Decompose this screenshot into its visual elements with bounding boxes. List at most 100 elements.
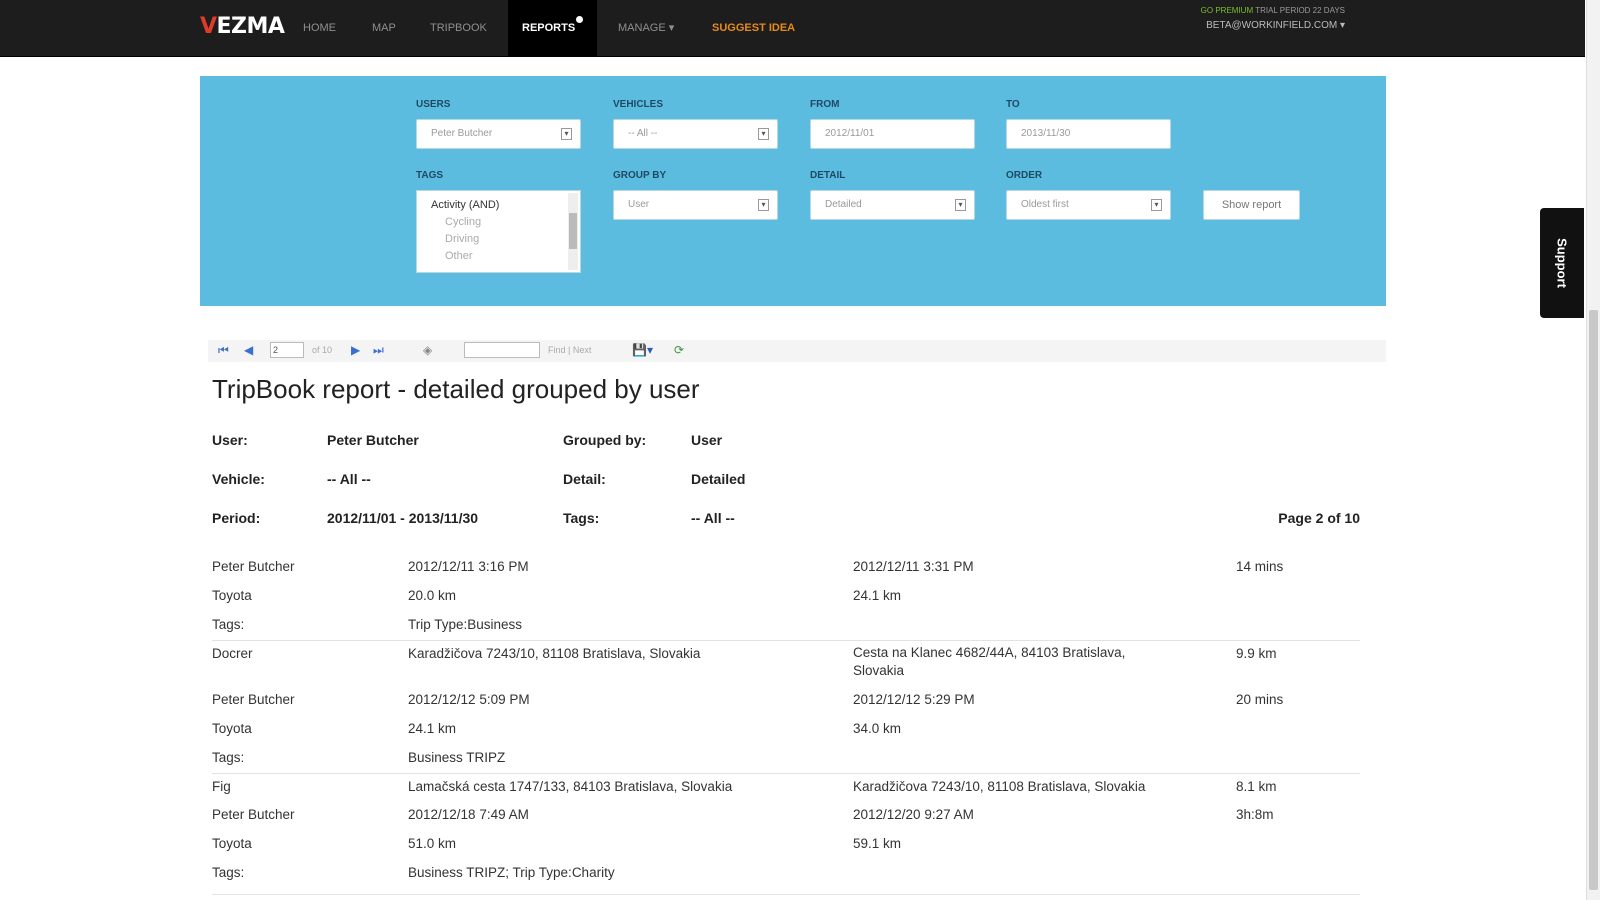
nav-home[interactable]: HOME bbox=[303, 0, 336, 56]
tags-group: Activity (AND) bbox=[431, 199, 500, 211]
report-cell: 20.0 km bbox=[408, 588, 457, 603]
report-cell: 34.0 km bbox=[853, 721, 902, 736]
tag-option[interactable]: Other bbox=[445, 250, 473, 262]
report-cell: Peter Butcher bbox=[212, 807, 295, 822]
export-icon[interactable]: 💾▾ bbox=[632, 343, 653, 357]
go-premium-link[interactable]: GO PREMIUM bbox=[1201, 6, 1253, 15]
tags-listbox[interactable]: Activity (AND) Cycling Driving Other bbox=[416, 190, 581, 273]
report-title: TripBook report - detailed grouped by us… bbox=[212, 374, 700, 404]
vehicles-select[interactable]: -- All -- ▾ bbox=[613, 119, 778, 149]
report-cell: Business TRIPZ; Trip Type:Charity bbox=[408, 865, 615, 880]
nav-suggest-idea[interactable]: SUGGEST IDEA bbox=[712, 0, 795, 56]
tags-scrollbar-thumb[interactable] bbox=[569, 213, 577, 249]
meta-tags-value: -- All -- bbox=[691, 510, 735, 526]
page-number-input[interactable] bbox=[270, 342, 304, 358]
trial-info: GO PREMIUM TRIAL PERIOD 22 DAYS bbox=[1201, 6, 1345, 15]
report-cell: 51.0 km bbox=[408, 836, 457, 851]
previous-page-icon[interactable]: ◀ bbox=[244, 343, 253, 357]
detail-label: DETAIL bbox=[810, 170, 846, 181]
report-cell: Lamačská cesta 1747/133, 84103 Bratislav… bbox=[408, 779, 733, 794]
support-label: Support bbox=[1554, 238, 1570, 288]
page-count: of 10 bbox=[312, 345, 333, 355]
nav-reports[interactable]: REPORTS bbox=[508, 0, 598, 56]
show-report-button[interactable]: Show report bbox=[1203, 190, 1300, 220]
dropdown-arrow-icon: ▾ bbox=[955, 199, 966, 211]
find-input[interactable] bbox=[464, 342, 540, 358]
support-tab[interactable]: Support bbox=[1540, 208, 1584, 318]
users-select[interactable]: Peter Butcher ▾ bbox=[416, 119, 581, 149]
report-cell: 20 mins bbox=[1236, 692, 1284, 707]
meta-user-value: Peter Butcher bbox=[327, 432, 419, 448]
report-cell: 2012/12/12 5:29 PM bbox=[853, 692, 975, 707]
report-cell: 2012/12/18 7:49 AM bbox=[408, 807, 529, 822]
meta-user-label: User: bbox=[212, 432, 248, 448]
nav-reports-label: REPORTS bbox=[522, 22, 576, 34]
report-cell: 24.1 km bbox=[408, 721, 457, 736]
report-cell: Tags: bbox=[212, 617, 245, 632]
last-page-icon[interactable]: ⏭ bbox=[373, 343, 384, 358]
report-cell: Toyota bbox=[212, 721, 252, 736]
report-cell: Karadžičova 7243/10, 81108 Bratislava, S… bbox=[853, 779, 1146, 794]
report-cell: Peter Butcher bbox=[212, 692, 295, 707]
tags-label: TAGS bbox=[416, 170, 444, 181]
dropdown-arrow-icon: ▾ bbox=[561, 128, 572, 140]
notification-dot-icon bbox=[576, 16, 584, 23]
report-cell: Tags: bbox=[212, 865, 245, 880]
page-scrollbar[interactable] bbox=[1586, 0, 1600, 900]
meta-detail-label: Detail: bbox=[563, 471, 606, 487]
report-cell: 2012/12/11 3:16 PM bbox=[408, 559, 529, 574]
report-cell: 24.1 km bbox=[853, 588, 902, 603]
row-divider bbox=[212, 773, 1360, 774]
report-cell: Fig bbox=[212, 779, 231, 794]
from-date-input[interactable]: 2012/11/01 bbox=[810, 119, 975, 149]
groupby-value: User bbox=[628, 199, 650, 210]
first-page-icon[interactable]: ⏮ bbox=[218, 343, 229, 358]
report-cell: Peter Butcher bbox=[212, 559, 295, 574]
account-menu[interactable]: BETA@WORKINFIELD.COM ▾ bbox=[1206, 20, 1345, 31]
to-date-input[interactable]: 2013/11/30 bbox=[1006, 119, 1171, 149]
dropdown-arrow-icon: ▾ bbox=[758, 128, 769, 140]
order-select[interactable]: Oldest first ▾ bbox=[1006, 190, 1171, 220]
detail-select[interactable]: Detailed ▾ bbox=[810, 190, 975, 220]
tag-option[interactable]: Driving bbox=[445, 233, 479, 245]
vezma-logo[interactable]: VEZMA bbox=[200, 14, 285, 39]
tag-option[interactable]: Cycling bbox=[445, 216, 481, 228]
groupby-label: GROUP BY bbox=[613, 170, 667, 181]
report-cell: Karadžičova 7243/10, 81108 Bratislava, S… bbox=[408, 646, 701, 661]
next-page-icon[interactable]: ▶ bbox=[351, 343, 360, 357]
dropdown-arrow-icon: ▾ bbox=[758, 199, 769, 211]
find-next-links[interactable]: Find | Next bbox=[548, 345, 591, 355]
report-cell: 2012/12/11 3:31 PM bbox=[853, 559, 974, 574]
report-cell: Toyota bbox=[212, 588, 252, 603]
meta-detail-value: Detailed bbox=[691, 471, 746, 487]
refresh-icon[interactable]: ⟳ bbox=[674, 343, 684, 357]
report-cell: Toyota bbox=[212, 836, 252, 851]
tags-scrollbar[interactable] bbox=[568, 193, 578, 270]
order-value: Oldest first bbox=[1021, 199, 1069, 210]
report-cell: Trip Type:Business bbox=[408, 617, 523, 632]
meta-groupedby-label: Grouped by: bbox=[563, 432, 647, 448]
report-cell: Docrer bbox=[212, 646, 253, 661]
from-label: FROM bbox=[810, 99, 840, 110]
meta-period-label: Period: bbox=[212, 510, 261, 526]
report-cell: 2012/12/12 5:09 PM bbox=[408, 692, 530, 707]
nav-map[interactable]: MAP bbox=[372, 0, 396, 56]
back-icon[interactable]: ◈ bbox=[423, 343, 432, 357]
top-nav: VEZMA HOME MAP TRIPBOOK REPORTS MANAGE ▾… bbox=[0, 0, 1585, 57]
report-cell: 14 mins bbox=[1236, 559, 1284, 574]
meta-period-value: 2012/11/01 - 2013/11/30 bbox=[327, 510, 479, 526]
dropdown-arrow-icon: ▾ bbox=[1151, 199, 1162, 211]
vehicles-label: VEHICLES bbox=[613, 99, 664, 110]
scrollbar-thumb[interactable] bbox=[1589, 310, 1598, 890]
nav-manage[interactable]: MANAGE ▾ bbox=[618, 0, 674, 56]
report-cell: Tags: bbox=[212, 750, 245, 765]
users-value: Peter Butcher bbox=[431, 128, 493, 139]
meta-vehicle-label: Vehicle: bbox=[212, 471, 265, 487]
row-divider bbox=[212, 894, 1360, 895]
groupby-select[interactable]: User ▾ bbox=[613, 190, 778, 220]
report-cell: 3h:8m bbox=[1236, 807, 1274, 822]
vehicles-value: -- All -- bbox=[628, 128, 658, 139]
meta-tags-label: Tags: bbox=[563, 510, 600, 526]
report-cell: 2012/12/20 9:27 AM bbox=[853, 807, 974, 822]
nav-tripbook[interactable]: TRIPBOOK bbox=[430, 0, 487, 56]
